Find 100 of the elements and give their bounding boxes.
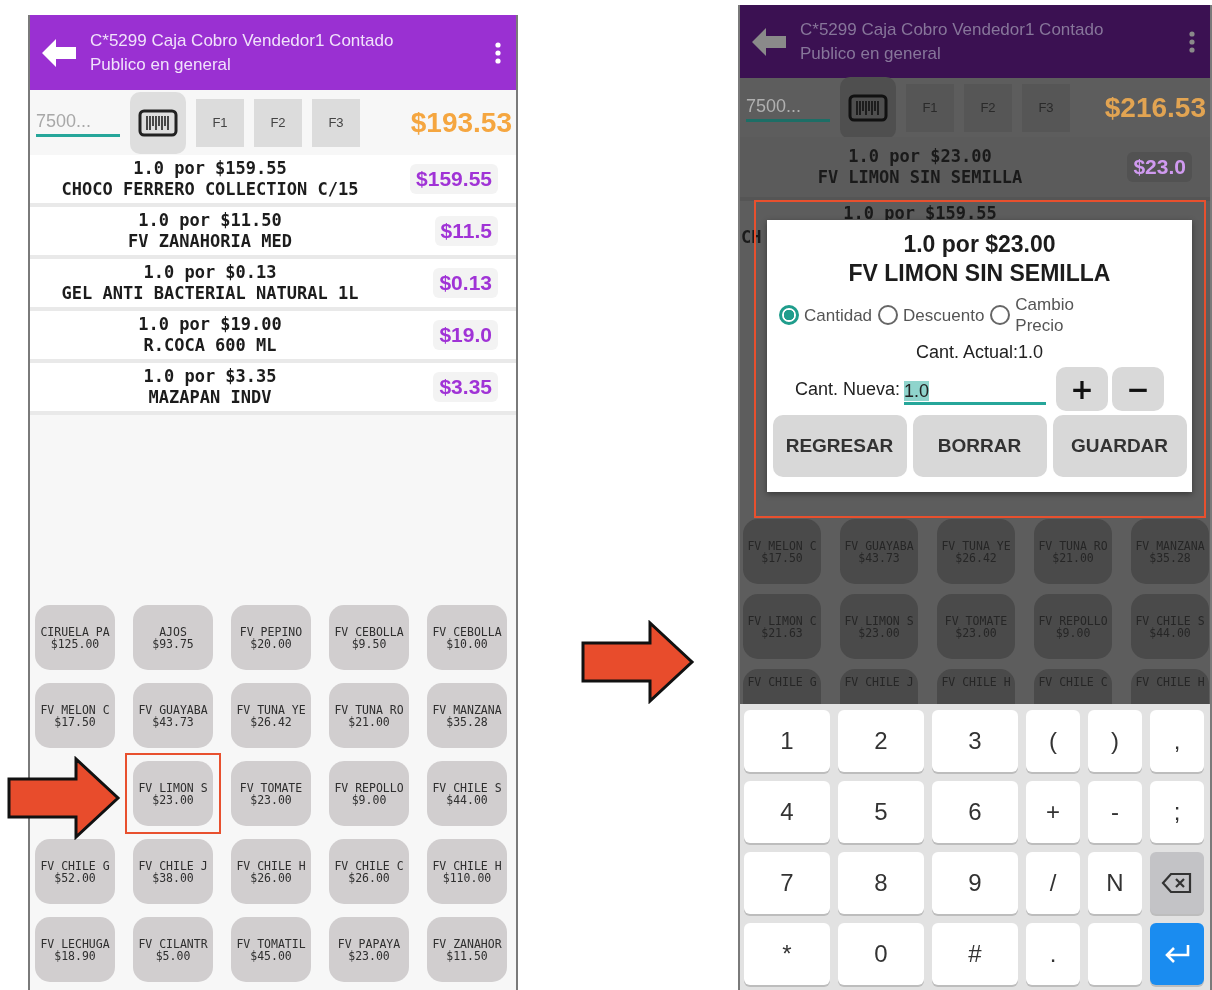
total-amount: $216.53 — [1104, 91, 1206, 124]
keyboard-key[interactable]: 4 — [744, 781, 830, 843]
item-quantity-price: 1.0 por $3.35 — [143, 366, 277, 387]
backspace-key[interactable] — [1150, 852, 1204, 914]
barcode-icon — [138, 108, 178, 137]
item-quantity-price: 1.0 por $11.50 — [138, 210, 282, 231]
order-row[interactable]: 1.0 por $11.50 FV ZANAHORIA MED $11.5 — [30, 207, 516, 259]
product-tile[interactable]: FV CEBOLLA $10.00 — [427, 605, 507, 670]
enter-key[interactable] — [1150, 923, 1204, 985]
keyboard-key[interactable]: 2 — [838, 710, 924, 772]
item-name: FV ZANAHORIA MED — [128, 231, 292, 252]
function-key-button[interactable]: F2 — [254, 98, 302, 147]
product-tile[interactable]: FV TOMATE $23.00 — [231, 761, 311, 826]
item-name: CHOCO FERRERO COLLECTION C/15 — [61, 179, 359, 200]
stepper-button[interactable]: − — [1112, 367, 1165, 411]
keyboard-key[interactable]: 9 — [932, 852, 1018, 914]
product-tile[interactable]: FV CHILE C $26.00 — [329, 839, 409, 904]
item-name: GEL ANTI BACTERIAL NATURAL 1L — [61, 283, 359, 304]
product-tile[interactable]: FV ZANAHOR $11.50 — [427, 917, 507, 982]
dialog-title: 1.0 por $23.00 — [903, 230, 1056, 259]
product-tile[interactable]: FV TUNA YE $26.42 — [231, 683, 311, 748]
product-tile[interactable]: FV CHILE H $110.00 — [427, 839, 507, 904]
product-tile[interactable]: FV CEBOLLA $9.50 — [329, 605, 409, 670]
radio-button[interactable] — [990, 305, 1011, 325]
order-row[interactable]: 1.0 por $23.00 FV LIMON SIN SEMILLA $23.0 — [740, 137, 1210, 201]
keyboard-key[interactable]: . — [1026, 923, 1080, 985]
item-amount: $159.55 — [410, 164, 498, 194]
keyboard-key[interactable]: 3 — [932, 710, 1018, 772]
total-amount: $193.53 — [410, 106, 512, 139]
more-menu-icon[interactable] — [494, 40, 502, 65]
product-tile[interactable]: FV MANZANA $35.28 — [427, 683, 507, 748]
product-tile[interactable]: FV MELON C $17.50 — [35, 683, 115, 748]
product-tile[interactable]: CIRUELA PA $125.00 — [35, 605, 115, 670]
product-tile[interactable]: FV TOMATIL $45.00 — [231, 917, 311, 982]
keyboard-key[interactable]: 8 — [838, 852, 924, 914]
keyboard-key[interactable]: + — [1026, 781, 1080, 843]
keyboard-key[interactable]: / — [1026, 852, 1080, 914]
product-tile[interactable]: FV CHILE S $44.00 — [427, 761, 507, 826]
order-row[interactable]: 1.0 por $19.00 R.COCA 600 ML $19.0 — [30, 311, 516, 363]
item-quantity-price: 1.0 por $159.55 — [842, 203, 998, 223]
keyboard-key[interactable]: ) — [1088, 710, 1142, 772]
product-tile[interactable]: FV TUNA RO $21.00 — [329, 683, 409, 748]
order-row[interactable]: 1.0 por $3.35 MAZAPAN INDV $3.35 — [30, 363, 516, 415]
item-quantity-price: 1.0 por $23.00 — [848, 146, 992, 167]
keyboard-key[interactable]: 7 — [744, 852, 830, 914]
item-amount: $3.35 — [433, 372, 498, 402]
header-title: C*5299 Caja Cobro Vendedor1 Contado — [90, 30, 394, 51]
search-field[interactable]: 7500... — [746, 93, 830, 122]
order-row[interactable]: 1.0 por $0.13 GEL ANTI BACTERIAL NATURAL 1L $0.13 — [30, 259, 516, 311]
dialog-button[interactable]: REGRESAR — [772, 415, 907, 477]
keyboard-key[interactable]: 1 — [744, 710, 830, 772]
header-subtitle: Publico en general — [800, 43, 942, 64]
current-quantity-text: Cant. Actual:1.0 — [915, 342, 1044, 363]
radio-label: Cambio Precio — [1015, 294, 1075, 336]
back-arrow-icon[interactable] — [42, 38, 76, 67]
keyboard-key[interactable]: * — [744, 923, 830, 985]
product-tile[interactable]: FV CHILE G $52.00 — [35, 839, 115, 904]
product-tile[interactable]: FV REPOLLO $9.00 — [329, 761, 409, 826]
keyboard-key[interactable]: , — [1150, 710, 1204, 772]
item-amount: $23.0 — [1127, 152, 1192, 182]
item-amount: $11.5 — [434, 216, 498, 246]
product-tile[interactable]: AJOS $93.75 — [133, 605, 213, 670]
keyboard-key[interactable]: N — [1088, 852, 1142, 914]
radio-button[interactable] — [779, 305, 799, 325]
item-quantity-price: 1.0 por $0.13 — [143, 262, 277, 283]
stepper-button[interactable]: + — [1056, 367, 1109, 411]
product-tile[interactable]: FV GUAYABA $43.73 — [133, 683, 213, 748]
search-field[interactable]: 7500... — [36, 108, 120, 137]
product-tile[interactable]: FV PEPINO $20.00 — [231, 605, 311, 670]
keyboard-key[interactable]: ( — [1026, 710, 1080, 772]
keyboard-key[interactable]: 0 — [838, 923, 924, 985]
quantity-input-field[interactable]: 1.0 — [904, 373, 1047, 405]
product-tile[interactable]: FV LECHUGA $18.90 — [35, 917, 115, 982]
barcode-button[interactable] — [130, 91, 186, 154]
new-quantity-label: Cant. Nueva: — [795, 378, 901, 400]
header-title: C*5299 Caja Cobro Vendedor1 Contado — [800, 19, 1104, 40]
dialog-button[interactable]: BORRAR — [912, 415, 1047, 477]
function-key-button[interactable]: F1 — [196, 98, 244, 147]
product-tile[interactable]: FV LIMON S $23.00 — [133, 761, 213, 826]
back-arrow-icon[interactable] — [752, 27, 786, 56]
more-menu-icon[interactable] — [1188, 29, 1196, 54]
dialog-button[interactable]: GUARDAR — [1052, 415, 1187, 477]
product-tile[interactable]: FV CHILE H $26.00 — [231, 839, 311, 904]
header-subtitle: Publico en general — [90, 54, 232, 75]
radio-button[interactable] — [878, 305, 899, 325]
keyboard-key[interactable]: ; — [1150, 781, 1204, 843]
order-row[interactable]: 1.0 por $159.55 CHOCO FERRERO COLLECTION C/15 $159.55 — [30, 155, 516, 207]
item-name: MAZAPAN INDV — [148, 387, 272, 408]
keyboard-key[interactable]: - — [1088, 781, 1142, 843]
keyboard-key[interactable]: # — [932, 923, 1018, 985]
keyboard-key[interactable]: 5 — [838, 781, 924, 843]
keyboard-key[interactable]: 6 — [932, 781, 1018, 843]
barcode-icon — [848, 93, 888, 122]
product-tile[interactable]: FV CILANTR $5.00 — [133, 917, 213, 982]
product-tile[interactable]: FV PAPAYA $23.00 — [329, 917, 409, 982]
item-quantity-price: 1.0 por $19.00 — [138, 314, 282, 335]
product-tile[interactable]: FV CHILE J $38.00 — [133, 839, 213, 904]
radio-label: Descuento — [903, 304, 985, 326]
function-key-button[interactable]: F3 — [312, 98, 360, 147]
backspace-icon — [1161, 872, 1193, 894]
